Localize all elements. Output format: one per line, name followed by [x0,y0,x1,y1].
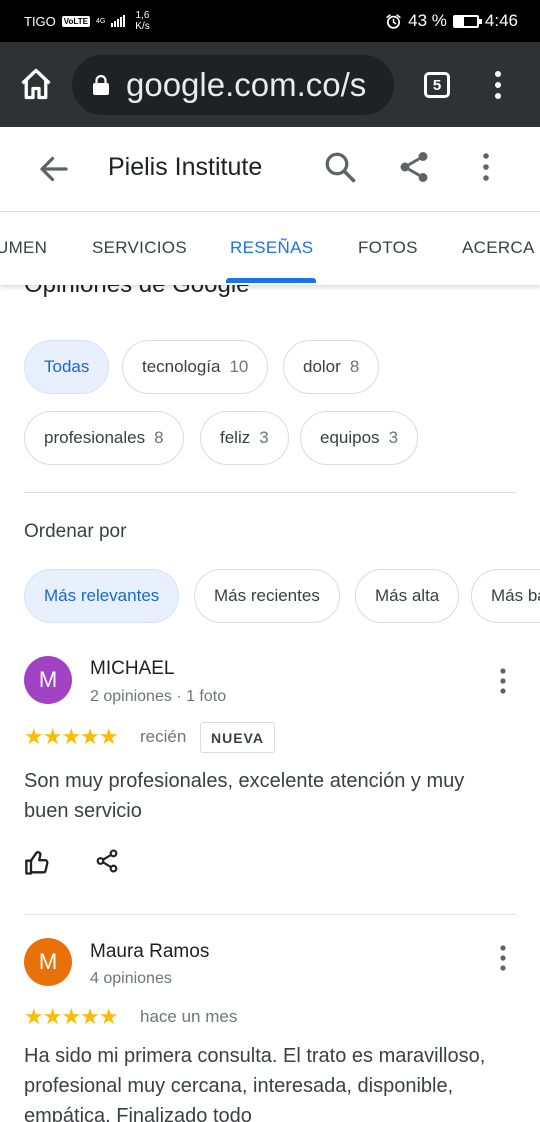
reviews-content: Opiniones de Google Todas tecnología 10 … [0,285,540,1122]
chip-count: 3 [259,428,269,447]
battery-percent: 43 % [408,11,447,30]
tab-bar: UMEN SERVICIOS RESEÑAS FOTOS ACERCA DE [0,211,540,285]
tab-resenas[interactable]: RESEÑAS [230,238,313,258]
more-options-icon[interactable] [478,151,494,183]
tab-acerca-de[interactable]: ACERCA DE [462,238,540,258]
review-date: recién [140,727,187,746]
chip-label: Más baja [491,586,540,605]
battery-level [454,16,465,26]
star-rating: ★★★★★ [24,724,119,749]
divider [24,914,516,915]
review-date: hace un mes [140,1007,238,1026]
battery-icon [452,14,482,28]
speed-unit: K/s [135,21,150,32]
reviewer-name[interactable]: Maura Ramos [90,941,209,963]
divider [24,492,516,493]
avatar[interactable]: M [24,656,72,704]
status-left: TIGO VoLTE 4G 1,6 K/s [24,0,150,42]
topic-chip-equipos[interactable]: equipos 3 [300,411,419,465]
topic-chip-tecnologia[interactable]: tecnología 10 [122,340,269,394]
topic-chip-dolor[interactable]: dolor 8 [283,340,380,394]
tab-fotos[interactable]: FOTOS [358,238,418,258]
chip-label: Más alta [375,586,440,605]
topic-chip-todas[interactable]: Todas [24,340,110,394]
chip-label: dolor [303,357,341,376]
volte-badge: VoLTE [61,15,90,27]
app-header: Pielis Institute [0,127,540,211]
review-menu-icon[interactable] [496,944,510,972]
chip-count: 8 [154,428,164,447]
speed-value: 1,6 [135,10,150,21]
reviewer-name[interactable]: MICHAEL [90,658,174,680]
browser-toolbar: google.com.co/s 5 [0,42,540,127]
sort-chip-recientes[interactable]: Más recientes [194,569,340,623]
clock: 4:46 [484,11,518,30]
share-icon[interactable] [94,848,120,874]
chip-label: feliz [220,428,251,447]
network-speed: 1,6 K/s [135,10,149,32]
carrier-name: TIGO [24,13,56,29]
topic-chip-profesionales[interactable]: profesionales 8 [24,411,184,465]
chip-label: Todas [44,357,90,376]
reviewer-meta: 4 opiniones [90,970,172,987]
share-icon[interactable] [396,149,432,185]
page-title: Pielis Institute [108,153,263,181]
new-badge: NUEVA [200,722,275,753]
sort-label: Ordenar por [24,521,127,542]
url-text: google.com.co/s [126,66,367,103]
chip-label: Más recientes [214,586,320,605]
home-icon[interactable] [18,66,54,102]
chip-label: tecnología [142,357,221,376]
star-rating: ★★★★★ [24,1004,119,1029]
tab-servicios[interactable]: SERVICIOS [92,238,187,258]
back-arrow-icon[interactable] [36,151,72,187]
reviewer-meta: 2 opiniones · 1 foto [90,688,227,705]
avatar[interactable]: M [24,938,72,986]
url-bar[interactable]: google.com.co/s [72,55,394,115]
sort-chip-baja[interactable]: Más baja [471,569,540,623]
chip-count: 3 [388,428,399,447]
chip-count: 8 [349,357,360,376]
review-text: Son muy profesionales, excelente atenció… [24,770,465,822]
network-label: 4G [95,17,106,25]
review-text: Ha sido mi primera consulta. El trato es… [24,1045,486,1122]
search-icon[interactable] [322,149,358,185]
browser-menu-icon[interactable] [490,70,506,100]
status-bar: TIGO VoLTE 4G 1,6 K/s 43 % 4:46 [0,0,540,42]
section-title: Opiniones de Google [24,285,250,299]
status-right: 43 % 4:46 [385,0,518,42]
alarm-icon [386,13,401,29]
review-menu-icon[interactable] [496,667,510,695]
chip-count: 10 [229,357,249,376]
sort-chip-relevantes[interactable]: Más relevantes [24,569,180,623]
chip-label: equipos [320,428,380,447]
thumbs-up-icon[interactable] [24,849,52,877]
tab-switcher-button[interactable]: 5 [424,72,450,98]
chip-label: profesionales [44,428,146,447]
lock-icon [93,75,109,95]
network-type: 4G [96,18,105,25]
tab-resumen[interactable]: UMEN [0,238,47,258]
chip-label: Más relevantes [44,586,160,605]
active-tab-indicator [226,278,316,283]
sort-chip-alta[interactable]: Más alta [355,569,460,623]
topic-chip-feliz[interactable]: feliz 3 [200,411,289,465]
signal-icon [111,15,126,27]
